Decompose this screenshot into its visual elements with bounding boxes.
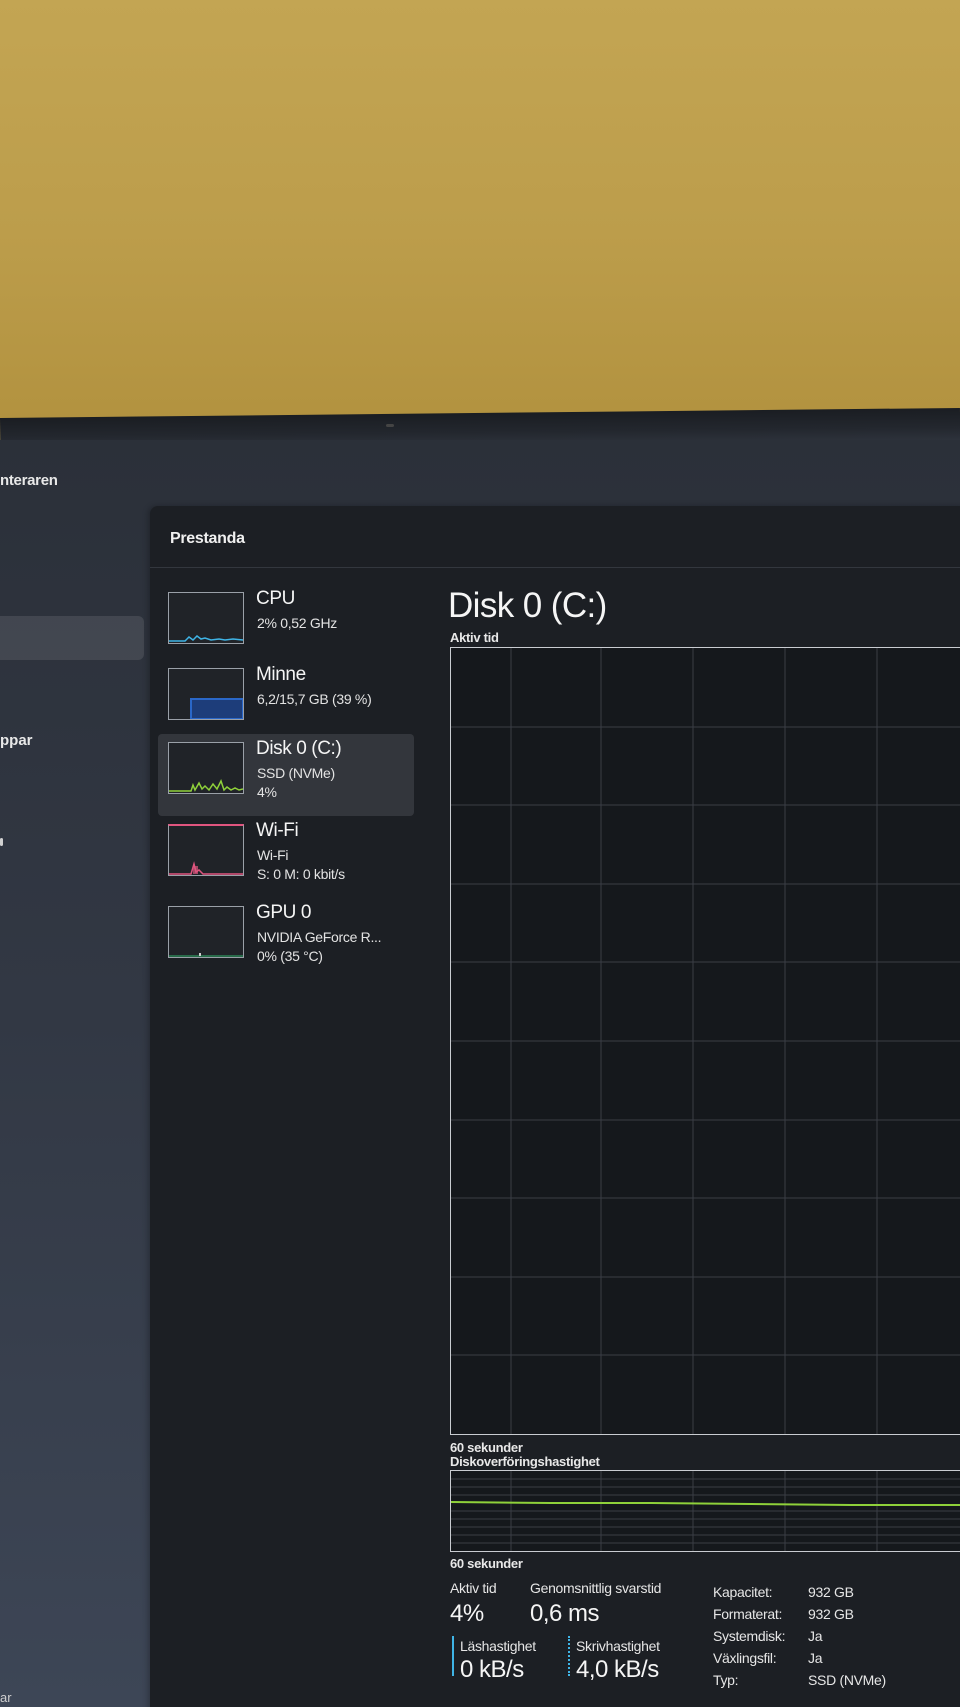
performance-panel: Prestanda CPU 2% 0,52 GHz Minne 6,2/15,7… bbox=[150, 506, 960, 1707]
prop-key: Kapacitet: bbox=[713, 1584, 773, 1600]
active-time-grid bbox=[451, 648, 960, 1434]
read-speed-label: Läshastighet bbox=[460, 1638, 536, 1654]
response-time-label: Genomsnittlig svarstid bbox=[530, 1580, 662, 1596]
device-item-wifi[interactable]: Wi-Fi Wi-Fi S: 0 M: 0 kbit/s bbox=[158, 816, 414, 898]
device-detail: 2% 0,52 GHz bbox=[257, 615, 337, 631]
write-speed-label: Skrivhastighet bbox=[576, 1638, 660, 1654]
screen: nteraren ppar ar Prestanda CPU 2% 0,52 G… bbox=[0, 440, 960, 1707]
transfer-rate-chart bbox=[450, 1470, 960, 1552]
device-item-gpu[interactable]: GPU 0 NVIDIA GeForce R... 0% (35 °C) bbox=[158, 898, 414, 980]
device-item-disk[interactable]: Disk 0 (C:) SSD (NVMe) 4% bbox=[158, 734, 414, 816]
prop-value: SSD (NVMe) bbox=[808, 1672, 886, 1688]
device-name: CPU bbox=[256, 588, 295, 609]
read-speed-value: 0 kB/s bbox=[460, 1656, 524, 1683]
time-axis-label: 60 sekunder bbox=[450, 1440, 523, 1455]
nav-item-performance[interactable] bbox=[0, 616, 144, 660]
transfer-rate-grid bbox=[451, 1471, 960, 1551]
gpu-graph-icon bbox=[168, 906, 244, 958]
detail-title: Disk 0 (C:) bbox=[448, 586, 607, 625]
prop-key: Växlingsfil: bbox=[713, 1650, 777, 1666]
webcam-icon bbox=[386, 424, 394, 427]
device-detail: 6,2/15,7 GB (39 %) bbox=[257, 691, 372, 707]
prop-key: Typ: bbox=[713, 1672, 739, 1688]
write-speed-value: 4,0 kB/s bbox=[576, 1656, 659, 1683]
active-time-chart-label: Aktiv tid bbox=[450, 630, 499, 645]
device-name: Disk 0 (C:) bbox=[256, 738, 342, 759]
time-axis-label-2: 60 sekunder bbox=[450, 1556, 523, 1571]
write-rate-marker bbox=[568, 1636, 570, 1676]
device-usage: 4% bbox=[257, 784, 277, 800]
device-detail: SSD (NVMe) bbox=[257, 765, 335, 781]
device-item-memory[interactable]: Minne 6,2/15,7 GB (39 %) bbox=[158, 660, 414, 742]
wall-background bbox=[0, 0, 960, 425]
prop-key: Formaterat: bbox=[713, 1606, 783, 1622]
panel-title: Prestanda bbox=[170, 530, 245, 547]
wifi-graph-icon bbox=[168, 824, 244, 876]
prop-key: Systemdisk: bbox=[713, 1628, 786, 1644]
panel-header: Prestanda bbox=[150, 506, 960, 568]
device-name: GPU 0 bbox=[256, 902, 312, 923]
device-throughput: S: 0 M: 0 kbit/s bbox=[257, 866, 345, 882]
disk-graph-icon bbox=[168, 742, 244, 794]
app-title: nteraren bbox=[0, 472, 58, 489]
write-rate-line bbox=[451, 1501, 960, 1506]
device-detail: NVIDIA GeForce R... bbox=[257, 929, 382, 945]
active-time-value: 4% bbox=[450, 1600, 484, 1627]
prop-value: Ja bbox=[808, 1650, 823, 1666]
device-detail: Wi-Fi bbox=[257, 847, 289, 863]
nav-item-apps[interactable]: ppar bbox=[0, 732, 33, 749]
device-name: Minne bbox=[256, 664, 306, 685]
nav-item-settings[interactable]: ar bbox=[0, 1690, 12, 1705]
cpu-graph-icon bbox=[168, 592, 244, 644]
nav-item-marker bbox=[0, 838, 3, 846]
device-item-cpu[interactable]: CPU 2% 0,52 GHz bbox=[158, 584, 414, 666]
response-time-value: 0,6 ms bbox=[530, 1600, 600, 1627]
device-name: Wi-Fi bbox=[256, 820, 299, 841]
active-time-chart bbox=[450, 647, 960, 1435]
prop-value: Ja bbox=[808, 1628, 823, 1644]
transfer-chart-label: Diskoverföringshastighet bbox=[450, 1454, 600, 1469]
active-time-label: Aktiv tid bbox=[450, 1580, 497, 1596]
device-usage: 0% (35 °C) bbox=[257, 948, 323, 964]
prop-value: 932 GB bbox=[808, 1606, 854, 1622]
memory-graph-icon bbox=[168, 668, 244, 720]
read-rate-marker bbox=[452, 1636, 454, 1676]
prop-value: 932 GB bbox=[808, 1584, 854, 1600]
